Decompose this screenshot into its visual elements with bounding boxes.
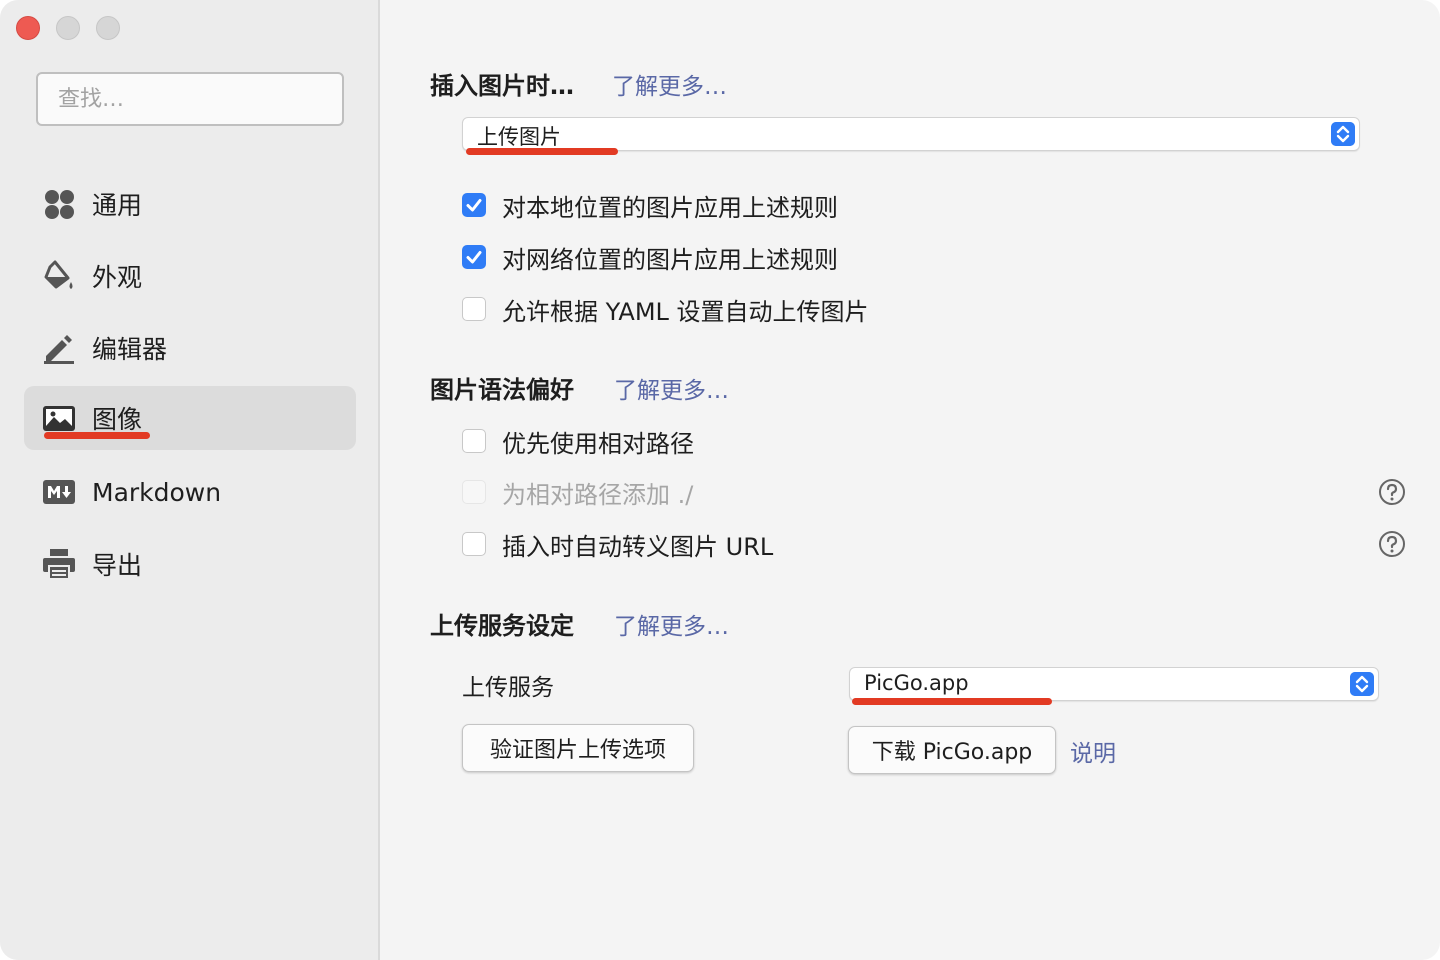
sidebar-item-editor[interactable]: 编辑器: [24, 316, 356, 380]
checkbox-label: 为相对路径添加 ./: [502, 480, 694, 509]
section-title-upload: 上传服务设定: [430, 612, 574, 640]
sidebar-item-label: Markdown: [92, 477, 222, 507]
download-picgo-button[interactable]: 下载 PicGo.app: [848, 726, 1056, 774]
option-local-images[interactable]: 对本地位置的图片应用上述规则: [462, 188, 838, 222]
checkbox-label: 对网络位置的图片应用上述规则: [502, 245, 838, 274]
zoom-window-button[interactable]: [96, 16, 120, 40]
sidebar-item-label: 通用: [92, 191, 143, 220]
sidebar-item-image[interactable]: 图像: [24, 386, 356, 450]
insert-action-select[interactable]: 上传图片: [462, 117, 1360, 151]
upload-service-label: 上传服务: [462, 675, 554, 701]
image-icon: [43, 406, 75, 431]
markdown-icon: [43, 480, 75, 504]
option-escape-url[interactable]: 插入时自动转义图片 URL: [462, 527, 773, 561]
section-title-syntax: 图片语法偏好: [430, 376, 574, 404]
chevron-up-down-icon: [1331, 122, 1355, 146]
select-value: 上传图片: [477, 125, 561, 149]
help-icon[interactable]: [1378, 530, 1406, 558]
upload-service-select[interactable]: PicGo.app: [849, 667, 1379, 701]
learn-more-link[interactable]: 了解更多…: [612, 67, 727, 101]
checkbox[interactable]: [462, 429, 486, 453]
checkbox[interactable]: [462, 532, 486, 556]
grid-icon: [45, 190, 74, 219]
preferences-window: 通用 外观 编辑器: [0, 0, 1440, 960]
printer-icon: [43, 549, 75, 580]
checkbox-label: 优先使用相对路径: [502, 429, 694, 458]
sidebar-item-appearance[interactable]: 外观: [24, 244, 356, 308]
option-yaml-auto-upload[interactable]: 允许根据 YAML 设置自动上传图片: [462, 292, 869, 326]
sidebar-item-label: 图像: [92, 405, 143, 434]
sidebar-item-markdown[interactable]: Markdown: [24, 460, 356, 524]
sidebar-item-label: 编辑器: [92, 335, 168, 364]
explain-link[interactable]: 说明: [1070, 734, 1116, 768]
checkbox: [462, 480, 486, 504]
sidebar-item-label: 导出: [92, 551, 143, 580]
checkbox[interactable]: [462, 297, 486, 321]
section-title-insert: 插入图片时…: [430, 72, 574, 100]
checkbox[interactable]: [462, 245, 486, 269]
paint-bucket-icon: [44, 260, 73, 289]
checkbox-label: 插入时自动转义图片 URL: [502, 532, 774, 561]
option-add-dot-slash: 为相对路径添加 ./: [462, 475, 693, 509]
option-network-images[interactable]: 对网络位置的图片应用上述规则: [462, 240, 838, 274]
sidebar-item-export[interactable]: 导出: [24, 532, 356, 596]
select-value: PicGo.app: [864, 671, 969, 695]
close-window-button[interactable]: [16, 16, 40, 40]
sidebar-item-label: 外观: [92, 263, 143, 292]
chevron-up-down-icon: [1350, 672, 1374, 696]
option-prefer-relative-path[interactable]: 优先使用相对路径: [462, 424, 694, 458]
sidebar: 通用 外观 编辑器: [0, 0, 380, 960]
help-icon[interactable]: [1378, 478, 1406, 506]
checkbox[interactable]: [462, 193, 486, 217]
search-input[interactable]: [36, 72, 344, 126]
learn-more-link[interactable]: 了解更多…: [614, 607, 729, 641]
minimize-window-button[interactable]: [56, 16, 80, 40]
verify-upload-button[interactable]: 验证图片上传选项: [462, 724, 694, 772]
sidebar-item-general[interactable]: 通用: [24, 172, 356, 236]
checkmark-icon: [466, 198, 481, 211]
pencil-icon: [44, 335, 74, 364]
annotation-underline: [466, 148, 618, 155]
settings-panel: 插入图片时… 了解更多… 上传图片 对本地位置的图片应用上述规则 对网络位置的图…: [382, 0, 1440, 960]
learn-more-link[interactable]: 了解更多…: [614, 371, 729, 405]
checkbox-label: 允许根据 YAML 设置自动上传图片: [502, 297, 869, 326]
annotation-underline: [852, 698, 1052, 705]
checkmark-icon: [466, 250, 481, 263]
checkbox-label: 对本地位置的图片应用上述规则: [502, 193, 838, 222]
annotation-underline: [44, 432, 150, 439]
